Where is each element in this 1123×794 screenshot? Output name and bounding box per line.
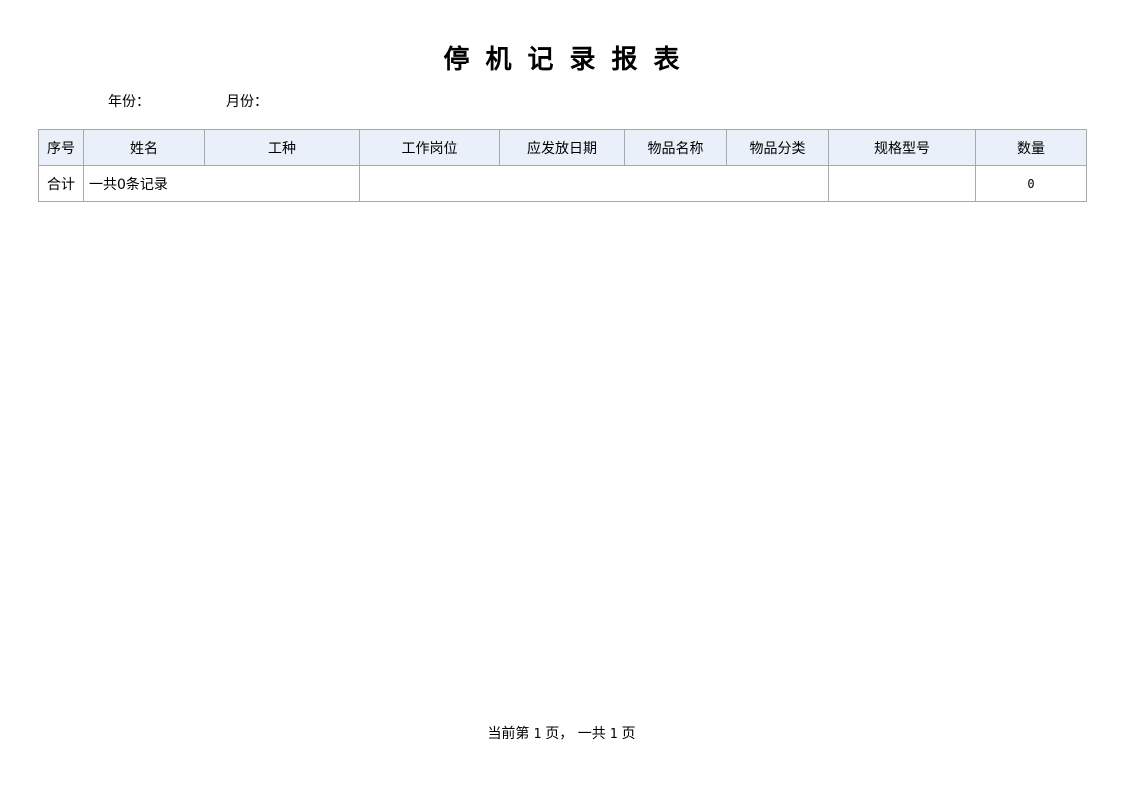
column-header-issue-date: 应发放日期 (499, 129, 625, 166)
pager-prefix: 当前第 (487, 726, 530, 742)
report-table: 序号 姓名 工种 工作岗位 应发放日期 物品名称 物品分类 规格型号 数量 合计… (38, 129, 1087, 202)
year-filter: 年份： (108, 93, 210, 111)
summary-spec-cell (828, 165, 976, 202)
month-filter: 月份： (226, 93, 328, 111)
pagination-info: 当前第 1 页， 一共 1 页 (0, 724, 1123, 745)
year-label: 年份： (108, 94, 150, 110)
current-page-number: 1 (533, 727, 542, 742)
column-header-quantity: 数量 (975, 129, 1087, 166)
summary-row: 合计 一共0条记录 0 (38, 165, 1087, 202)
pager-middle: 页， 一共 (545, 726, 606, 742)
summary-blank-cell (359, 165, 829, 202)
column-header-index: 序号 (38, 129, 84, 166)
record-count-text: 一共0条记录 (83, 165, 360, 202)
column-header-position: 工作岗位 (359, 129, 500, 166)
column-header-item-category: 物品分类 (726, 129, 829, 166)
column-header-item-name: 物品名称 (624, 129, 727, 166)
quantity-total: 0 (975, 165, 1087, 202)
column-header-spec-model: 规格型号 (828, 129, 976, 166)
total-pages-number: 1 (609, 727, 618, 742)
report-title: 停机记录报表 (443, 45, 696, 75)
table-header-row: 序号 姓名 工种 工作岗位 应发放日期 物品名称 物品分类 规格型号 数量 (38, 129, 1087, 166)
month-label: 月份： (226, 94, 268, 110)
column-header-name: 姓名 (83, 129, 205, 166)
column-header-job-type: 工种 (204, 129, 360, 166)
pager-suffix: 页 (621, 726, 636, 742)
summary-label: 合计 (38, 165, 84, 202)
